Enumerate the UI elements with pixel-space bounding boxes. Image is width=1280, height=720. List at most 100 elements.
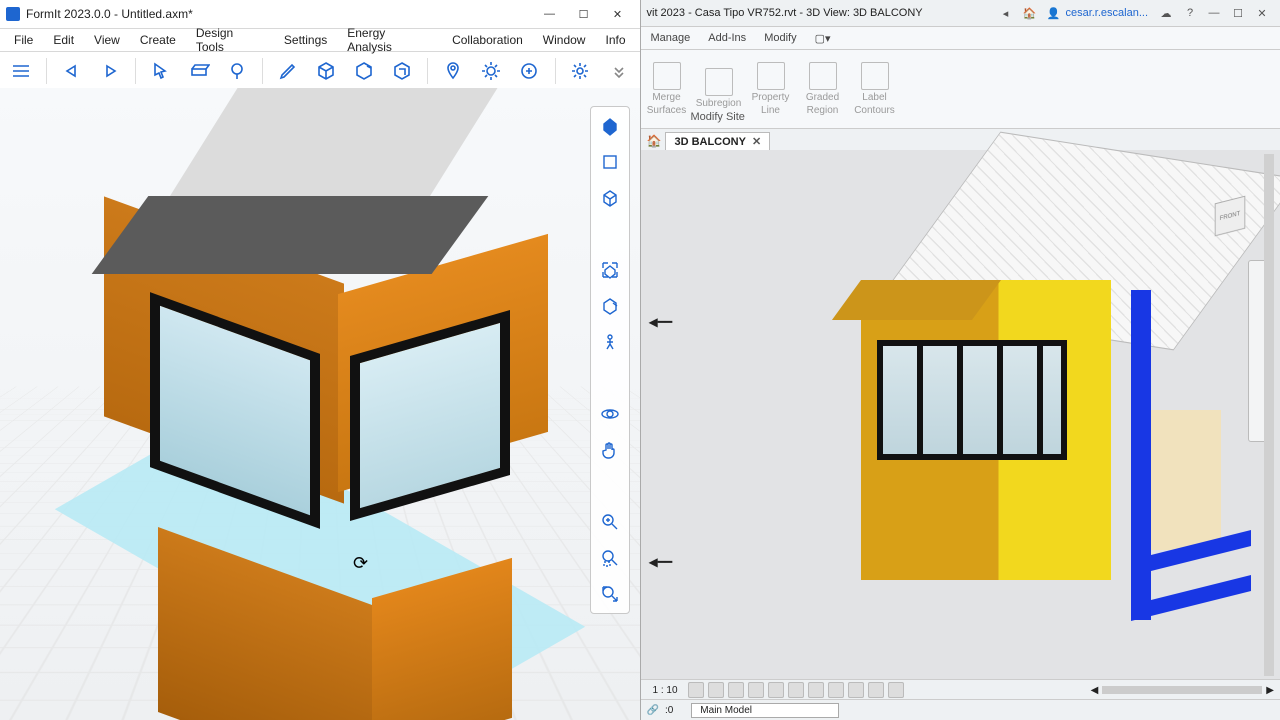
- recent-files-icon[interactable]: ◂: [996, 4, 1014, 22]
- menu-settings[interactable]: Settings: [276, 31, 335, 49]
- toolbar-overflow-icon[interactable]: [605, 56, 631, 86]
- undo-icon[interactable]: [59, 56, 85, 86]
- zoom-region-icon[interactable]: [597, 545, 623, 571]
- visual-style-icon[interactable]: [708, 682, 724, 698]
- building-model[interactable]: [751, 160, 1211, 650]
- zoom-in-icon[interactable]: [597, 509, 623, 535]
- crop-view-icon[interactable]: [788, 682, 804, 698]
- sun-path-icon[interactable]: [728, 682, 744, 698]
- boolean-icon[interactable]: [389, 56, 415, 86]
- ribbon-tab-addins[interactable]: Add-Ins: [706, 29, 748, 47]
- merge-surfaces-button[interactable]: Merge Surfaces: [641, 50, 693, 128]
- menu-view[interactable]: View: [86, 31, 128, 49]
- active-workset-select[interactable]: Main Model: [691, 703, 839, 718]
- ribbon-panel-toggle-icon[interactable]: ▢▾: [813, 29, 833, 48]
- formit-window: FormIt 2023.0.0 - Untitled.axm* ― ☐ ✕ Fi…: [0, 0, 641, 720]
- label-contours-button[interactable]: Label Contours: [849, 50, 901, 128]
- divider: [46, 58, 47, 84]
- revit-titlebar: vit 2023 - Casa Tipo VR752.rvt - 3D View…: [641, 0, 1280, 27]
- select-links-icon[interactable]: 🔗: [647, 705, 659, 716]
- maximize-button[interactable]: ☐: [1229, 4, 1247, 22]
- property-line-button[interactable]: Property Line: [745, 50, 797, 128]
- location-pin-icon[interactable]: [440, 56, 466, 86]
- home-icon[interactable]: 🏠: [1020, 4, 1038, 22]
- section-marker-icon[interactable]: ◀━━: [649, 555, 673, 569]
- menu-file[interactable]: File: [6, 31, 41, 49]
- close-button[interactable]: ✕: [1253, 4, 1271, 22]
- menu-design-tools[interactable]: Design Tools: [188, 24, 272, 56]
- lasso-icon[interactable]: [224, 56, 250, 86]
- energy-analysis-icon[interactable]: [516, 56, 542, 86]
- look-around-icon[interactable]: [597, 293, 623, 319]
- menu-info[interactable]: Info: [597, 31, 633, 49]
- view-strip-scrollbar[interactable]: [1102, 686, 1262, 694]
- help-icon[interactable]: ?: [1181, 4, 1199, 22]
- section-marker-icon[interactable]: ◀━━: [649, 315, 673, 329]
- measure-icon[interactable]: [351, 56, 377, 86]
- close-tab-icon[interactable]: ✕: [752, 135, 761, 148]
- ribbon-tab-modify[interactable]: Modify: [762, 29, 798, 47]
- view-cube[interactable]: FRONT: [1204, 190, 1256, 242]
- formit-menubar: File Edit View Create Design Tools Setti…: [0, 29, 640, 52]
- reveal-hidden-icon[interactable]: [868, 682, 884, 698]
- settings-gear-icon[interactable]: [567, 56, 593, 86]
- formit-titlebar: FormIt 2023.0.0 - Untitled.axm* ― ☐ ✕: [0, 0, 640, 29]
- top-view-icon[interactable]: [597, 149, 623, 175]
- revit-navigation-bar[interactable]: [1248, 260, 1272, 442]
- worksharing-display-icon[interactable]: [888, 682, 904, 698]
- zoom-all-icon[interactable]: [597, 581, 623, 607]
- sync-icon[interactable]: ☁: [1157, 4, 1175, 22]
- user-name[interactable]: cesar.r.escalan...: [1065, 7, 1148, 19]
- menu-edit[interactable]: Edit: [45, 31, 82, 49]
- detail-level-icon[interactable]: [688, 682, 704, 698]
- subregion-icon: [705, 68, 733, 96]
- menu-create[interactable]: Create: [132, 31, 184, 49]
- view-strip-scroll-left-icon[interactable]: ◀: [1091, 685, 1099, 696]
- redo-icon[interactable]: [97, 56, 123, 86]
- view-tab-3d-balcony[interactable]: 3D BALCONY ✕: [665, 132, 770, 150]
- formit-app-icon: [6, 7, 20, 21]
- select-arrow-icon[interactable]: [148, 56, 174, 86]
- orbit-cursor-icon: ⟳: [353, 553, 368, 574]
- section-icon[interactable]: [186, 56, 212, 86]
- walk-icon[interactable]: [597, 329, 623, 355]
- formit-3d-viewport[interactable]: ⟳: [0, 88, 640, 720]
- temp-hide-icon[interactable]: [848, 682, 864, 698]
- close-button[interactable]: ✕: [602, 4, 634, 24]
- iso-cube-icon[interactable]: [597, 185, 623, 211]
- shadows-icon[interactable]: [748, 682, 764, 698]
- graded-region-button[interactable]: Graded Region: [797, 50, 849, 128]
- menu-window[interactable]: Window: [535, 31, 594, 49]
- building-model[interactable]: ⟳: [70, 148, 550, 708]
- ribbon-panel-label: Modify Site: [691, 111, 745, 123]
- view-scale[interactable]: 1 : 10: [647, 685, 684, 696]
- minimize-button[interactable]: ―: [534, 4, 566, 24]
- view-strip-scroll-right-icon[interactable]: ▶: [1266, 685, 1274, 696]
- view-cube-face[interactable]: FRONT: [1215, 196, 1246, 237]
- lock-3d-icon[interactable]: [828, 682, 844, 698]
- label-contours-icon: [861, 62, 889, 90]
- maximize-button[interactable]: ☐: [568, 4, 600, 24]
- formit-navigation-bar: [590, 106, 630, 614]
- fit-view-icon[interactable]: [597, 257, 623, 283]
- pan-hand-icon[interactable]: [597, 437, 623, 463]
- formit-title-text: FormIt 2023.0.0 - Untitled.axm*: [26, 7, 534, 21]
- ribbon-tab-manage[interactable]: Manage: [649, 29, 693, 47]
- primitive-cube-icon[interactable]: [313, 56, 339, 86]
- crop-region-icon[interactable]: [808, 682, 824, 698]
- menu-collaboration[interactable]: Collaboration: [444, 31, 531, 49]
- filter-count[interactable]: :0: [665, 705, 673, 716]
- revit-ribbon-tabs: Manage Add-Ins Modify ▢▾: [641, 27, 1280, 50]
- home-3d-icon[interactable]: 🏠: [647, 134, 662, 148]
- revit-3d-viewport[interactable]: ◀━━ ◀━━ FRONT: [641, 150, 1280, 680]
- orbit-icon[interactable]: [597, 401, 623, 427]
- signin-icon[interactable]: 👤: [1044, 4, 1062, 22]
- rendering-icon[interactable]: [768, 682, 784, 698]
- menu-energy[interactable]: Energy Analysis: [339, 24, 440, 56]
- minimize-button[interactable]: ―: [1205, 4, 1223, 22]
- sketch-pencil-icon[interactable]: [275, 56, 301, 86]
- sun-icon[interactable]: [478, 56, 504, 86]
- hamburger-icon[interactable]: [8, 56, 34, 86]
- perspective-icon[interactable]: [597, 113, 623, 139]
- merge-surfaces-icon: [653, 62, 681, 90]
